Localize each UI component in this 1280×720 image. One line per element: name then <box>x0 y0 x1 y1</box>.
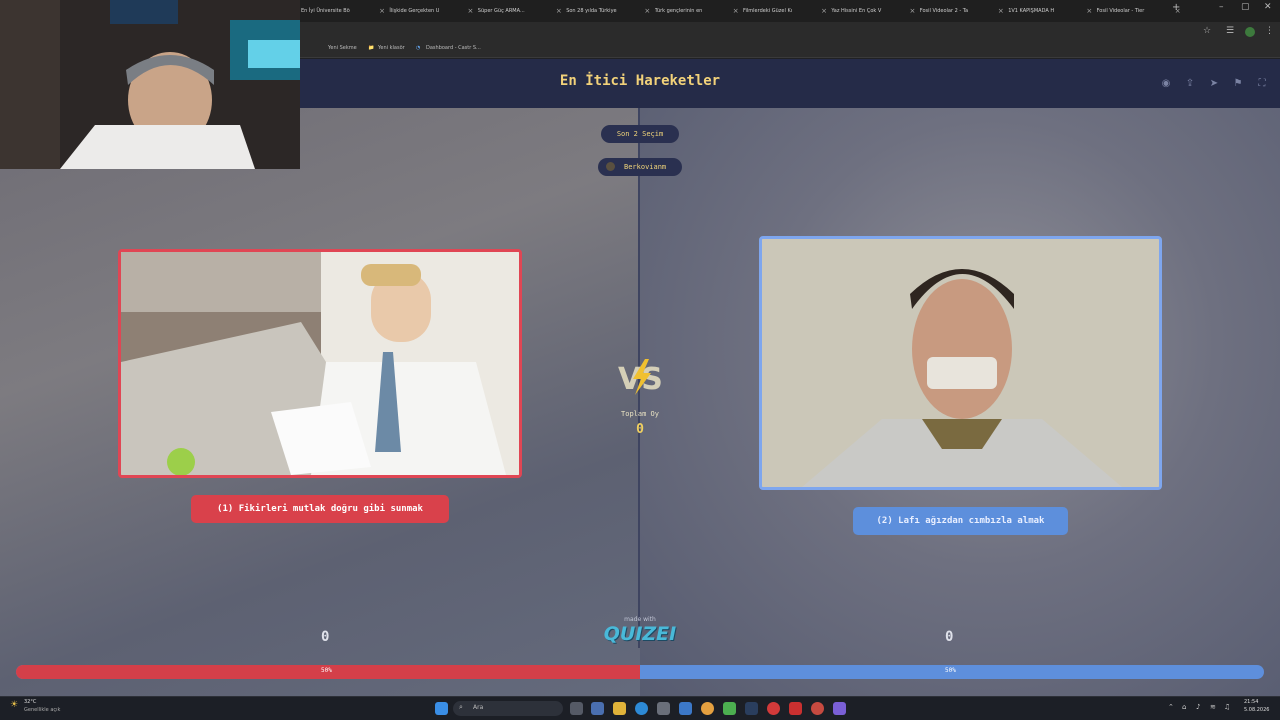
browser-tab-title: Filmlerdeki Güzel Kı <box>743 8 793 14</box>
browser-tab[interactable]: Süper Güç ARMA... × <box>478 3 562 19</box>
mail-icon[interactable] <box>679 702 692 715</box>
office-man-photo <box>121 252 519 475</box>
quizei-logo[interactable]: QUIZEI <box>590 623 690 645</box>
browser-tab[interactable]: Türk gençlerinin en × <box>655 3 739 19</box>
app-icon-2[interactable] <box>767 702 780 715</box>
file-explorer-icon[interactable] <box>613 702 626 715</box>
user-avatar <box>606 162 615 171</box>
round-badge: Son 2 Seçim <box>601 125 679 143</box>
new-tab-button[interactable]: + <box>1172 2 1180 13</box>
volume-icon[interactable]: ♫ <box>1224 703 1230 711</box>
taped-mouth-man-photo <box>762 239 1159 487</box>
copilot-icon[interactable] <box>591 702 604 715</box>
store-icon[interactable] <box>657 702 670 715</box>
tab-close-icon[interactable]: × <box>821 3 827 19</box>
browser-tab[interactable]: Fosil Videolar - Tier × <box>1097 3 1181 19</box>
bookmark-star-icon[interactable]: ☆ <box>1203 26 1211 36</box>
taskbar-search-box[interactable]: ⌕ Ara <box>453 701 563 716</box>
user-name: Berkovianm <box>624 163 667 171</box>
tab-close-icon[interactable]: × <box>644 3 650 19</box>
option-1-image[interactable] <box>118 249 522 478</box>
flag-icon[interactable]: ⚑ <box>1230 76 1246 92</box>
tab-close-icon[interactable]: × <box>379 3 385 19</box>
browser-tab-title: 1V1 KAPIŞMADA H <box>1008 8 1055 14</box>
tab-close-icon[interactable]: × <box>468 3 474 19</box>
vote-progress-bar: 50% 50% <box>16 665 1264 679</box>
browser-tab[interactable]: En İyi Üniversite Bö × <box>301 3 385 19</box>
option-2-score: 0 <box>945 629 954 645</box>
bookmark-dashboard[interactable]: Dashboard - Castr S... <box>426 45 481 51</box>
webcam-overlay <box>0 0 300 169</box>
option-2-percent: 50% <box>945 667 956 674</box>
browser-tab-title: İlişkide Gerçekten U <box>389 8 440 14</box>
start-icon[interactable] <box>435 702 448 715</box>
steam-icon[interactable] <box>745 702 758 715</box>
total-votes-value: 0 <box>636 422 644 437</box>
browser-tab[interactable]: Yaz Hissini En Çok V × <box>831 3 915 19</box>
eye-icon[interactable]: ◉ <box>1158 76 1174 92</box>
browser-tab-title: Süper Güç ARMA... <box>477 8 525 14</box>
browser-tab[interactable]: Fosil Videolar 2 - Ta × <box>920 3 1004 19</box>
extensions-icon[interactable]: ☰ <box>1226 26 1234 36</box>
microphone-icon[interactable]: ♪ <box>1196 703 1200 711</box>
edge-icon[interactable] <box>635 702 648 715</box>
option-2-button[interactable]: (2) Lafı ağızdan cımbızla almak <box>853 507 1068 535</box>
minimize-button[interactable]: – <box>1219 2 1224 12</box>
browser-tab-title: En İyi Üniversite Bö <box>301 8 350 14</box>
profile-avatar[interactable] <box>1245 27 1255 37</box>
app-icon-1[interactable] <box>723 702 736 715</box>
option-1-button[interactable]: (1) Fikirleri mutlak doğru gibi sunmak <box>191 495 449 523</box>
tab-close-icon[interactable]: × <box>556 3 562 19</box>
browser-tab[interactable]: Son 28 yılda Türkiye × <box>566 3 650 19</box>
search-placeholder: Ara <box>473 704 484 711</box>
user-badge: Berkovianm <box>598 158 682 176</box>
chrome-icon[interactable] <box>701 702 714 715</box>
browser-tab-title: Fosil Videolar - Tier <box>1096 8 1145 14</box>
tab-close-icon[interactable]: × <box>1086 3 1092 19</box>
weather-desc[interactable]: Genellikle açık <box>24 707 60 713</box>
browser-tab-title: Yaz Hissini En Çok V <box>831 8 882 14</box>
discord-icon[interactable] <box>833 702 846 715</box>
total-votes-label: Toplam Oy <box>621 410 659 418</box>
browser-tab-title: Türk gençlerinin en <box>654 8 703 14</box>
browser-tab[interactable]: 1V1 KAPIŞMADA H × <box>1008 3 1092 19</box>
fullscreen-icon[interactable]: ⛶ <box>1254 76 1270 92</box>
app-icon-3[interactable] <box>789 702 802 715</box>
close-window-button[interactable]: ✕ <box>1264 2 1272 12</box>
app-icon-4[interactable] <box>811 702 824 715</box>
streamer-webcam <box>0 0 300 169</box>
tab-close-icon[interactable]: × <box>910 3 916 19</box>
search-icon: ⌕ <box>459 703 463 711</box>
option-2-image[interactable] <box>759 236 1162 490</box>
castr-icon: ◔ <box>416 45 421 51</box>
menu-icon[interactable]: ⋮ <box>1265 26 1274 36</box>
browser-tab[interactable]: Filmlerdeki Güzel Kı × <box>743 3 827 19</box>
browser-tab-title: Fosil Videolar 2 - Ta <box>919 8 969 14</box>
network-icon[interactable]: ⌂ <box>1182 703 1186 711</box>
option-1-percent: 50% <box>321 667 332 674</box>
clock-date[interactable]: 5.08.2026 <box>1244 707 1269 713</box>
bookmark-yeni-klasor[interactable]: Yeni klasör <box>378 45 405 51</box>
option-1-score: 0 <box>321 629 330 645</box>
tray-chevron-icon[interactable]: ⌃ <box>1168 703 1174 711</box>
vs-lightning-icon: VS <box>618 359 663 397</box>
folder-icon: 📁 <box>368 45 375 51</box>
bookmark-yeni-sekme[interactable]: Yeni Sekme <box>328 45 357 51</box>
weather-temp[interactable]: 32°C <box>24 699 36 705</box>
tab-close-icon[interactable]: × <box>998 3 1004 19</box>
made-with-label: made with <box>624 616 656 623</box>
task-view-icon[interactable] <box>570 702 583 715</box>
restore-button[interactable]: ▢ <box>1241 2 1250 12</box>
clock-time[interactable]: 21:54 <box>1244 699 1258 705</box>
weather-icon: ☀ <box>10 700 19 710</box>
share-icon[interactable]: ⇪ <box>1182 76 1198 92</box>
browser-tab[interactable]: İlişkide Gerçekten U × <box>389 3 473 19</box>
tab-close-icon[interactable]: × <box>733 3 739 19</box>
windows-taskbar: ☀ 32°C Genellikle açık ⌕ Ara ⌃ ⌂ ♪ ≋ ♫ 2… <box>0 696 1280 720</box>
browser-tab-title: Son 28 yılda Türkiye <box>566 8 617 14</box>
send-icon[interactable]: ➤ <box>1206 76 1222 92</box>
wifi-icon[interactable]: ≋ <box>1210 703 1216 711</box>
